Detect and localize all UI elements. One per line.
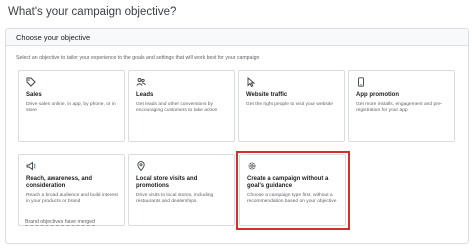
megaphone-icon [26,161,36,171]
objective-description: Get leads and other conversions by encou… [136,102,218,113]
people-icon [136,78,146,86]
page-title: What's your campaign objective? [8,6,177,18]
phone-icon [358,77,364,87]
objective-title: Leads [136,92,154,98]
tag-icon [26,77,36,87]
objective-card-website-traffic[interactable]: Website traffic Get the right people to … [238,70,345,142]
objective-description: Drive visits to local stores, including … [136,193,214,204]
location-pin-icon [137,161,145,171]
objective-description: Get the right people to visit your websi… [246,102,333,107]
brand-objectives-link[interactable]: Brand objectives have merged [25,219,96,226]
objective-title: Sales [26,92,42,98]
objective-card-sales[interactable]: Sales Drive sales online, in app, by pho… [18,70,125,142]
panel-header: Choose your objective [6,29,468,46]
cursor-icon [247,77,256,87]
instructions-text: Select an objective to tailor your exper… [16,55,260,61]
objective-description: Get more installs, engagement and pre-re… [356,102,443,113]
objective-title: Local store visits and promotions [136,176,198,189]
objective-description: Reach a broad audience and build interes… [26,193,118,204]
objective-description: Drive sales online, in app, by phone, or… [26,102,116,113]
objective-card-leads[interactable]: Leads Get leads and other conversions by… [128,70,235,142]
objective-card-app-promotion[interactable]: App promotion Get more installs, engagem… [348,70,455,142]
objective-title: App promotion [356,92,399,98]
objective-title: Reach, awareness, and consideration [26,176,93,189]
objective-card-reach-awareness[interactable]: Reach, awareness, and consideration Reac… [18,154,125,226]
objective-title: Website traffic [246,92,288,98]
objective-card-local-store-visits[interactable]: Local store visits and promotions Drive … [128,154,235,226]
selection-highlight [236,151,350,230]
